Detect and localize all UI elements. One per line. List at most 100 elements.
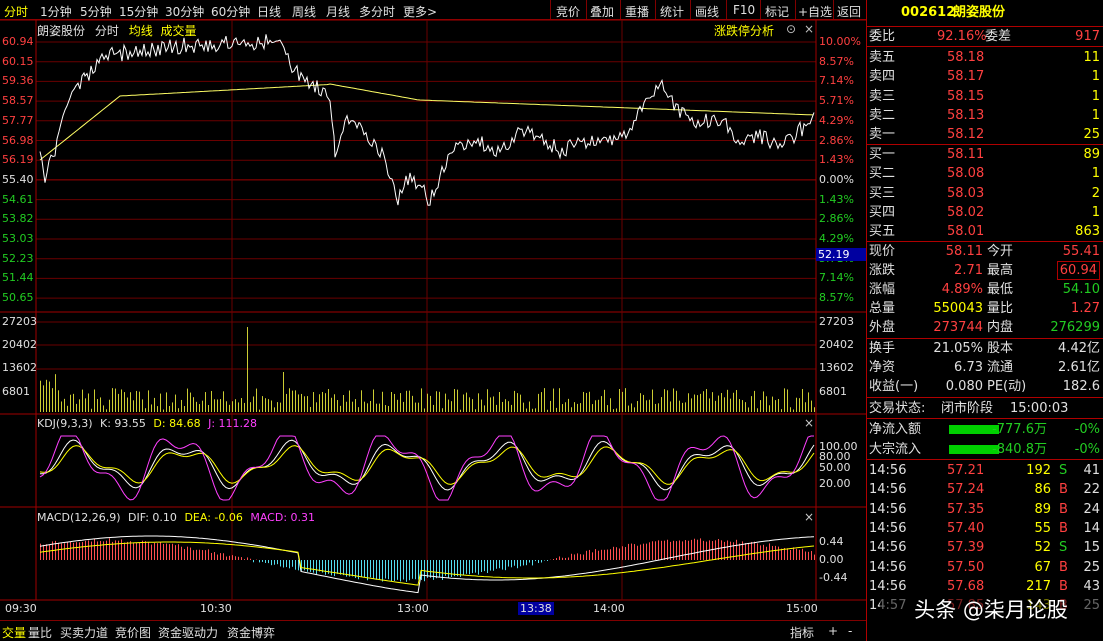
macd-bar xyxy=(448,560,449,578)
quote-value: 4.42亿 xyxy=(1058,341,1100,356)
pct-tick: 5.71% xyxy=(819,94,854,108)
tab-volume[interactable]: 交量 xyxy=(2,624,26,641)
volume-bar xyxy=(577,403,578,412)
volume-bar xyxy=(40,380,41,412)
sell-level-row[interactable]: 卖四 58.17 1 xyxy=(867,67,1103,86)
buy-level-price: 58.03 xyxy=(947,185,985,201)
quote-row: 涨幅 4.89% 最低 54.10 xyxy=(867,280,1103,299)
tick-volume: 52 xyxy=(1034,540,1051,556)
macd-bar xyxy=(274,560,275,565)
macd-bar xyxy=(223,553,224,560)
buy-level-row[interactable]: 买一 58.11 89 xyxy=(867,145,1103,164)
macd-bar xyxy=(808,551,809,560)
volume-tick: 27203 xyxy=(819,315,854,328)
volume-bar xyxy=(622,391,623,412)
watermark: 头条 @柒月论股 xyxy=(880,593,1102,627)
price-tick: 60.94 xyxy=(2,35,34,48)
macd-bar xyxy=(109,538,110,560)
macd-bar xyxy=(196,549,197,560)
volume-bar xyxy=(700,393,701,412)
buy-level-row[interactable]: 买五 58.01 863 xyxy=(867,222,1103,241)
quote-row: 净资 6.73 流通 2.61亿 xyxy=(867,358,1103,377)
volume-bar xyxy=(292,390,293,412)
macd-bar xyxy=(250,558,251,560)
close-icon[interactable]: × xyxy=(804,510,814,524)
sell-level-row[interactable]: 卖五 58.18 11 xyxy=(867,48,1103,67)
volume-bar xyxy=(127,397,128,412)
volume-bar xyxy=(250,402,251,412)
volume-bar xyxy=(637,401,638,412)
quote-label: 最低 xyxy=(987,282,1014,297)
tab-volume-ratio[interactable]: 量比 xyxy=(28,624,52,641)
volume-bar xyxy=(178,408,179,412)
quote-row: 现价 58.11 今开 55.41 xyxy=(867,242,1103,261)
intraday-chart[interactable] xyxy=(0,0,866,620)
macd-bar xyxy=(61,543,62,560)
volume-bar xyxy=(796,397,797,412)
volume-bar xyxy=(499,392,500,412)
macd-bar xyxy=(733,542,734,560)
tab-fund-game[interactable]: 资金博弈 xyxy=(227,624,275,641)
tab-buy-sell-force[interactable]: 买卖力道 xyxy=(60,624,108,641)
macd-bar xyxy=(565,557,566,560)
macd-bar xyxy=(334,560,335,577)
volume-bar xyxy=(760,400,761,412)
volume-bar xyxy=(253,396,254,412)
macd-bar xyxy=(553,559,554,560)
macd-level-tick: -0.44 xyxy=(819,571,848,584)
quote-value: 1.27 xyxy=(1071,301,1100,316)
volume-bar xyxy=(781,409,782,412)
macd-bar xyxy=(721,540,722,560)
price-tick: 57.77 xyxy=(2,113,34,127)
macd-bar xyxy=(532,560,533,566)
buy-level-label: 买一 xyxy=(869,147,896,162)
macd-bar xyxy=(736,539,737,560)
macd-bar xyxy=(247,557,248,560)
macd-bar xyxy=(124,542,125,560)
macd-bar xyxy=(559,556,560,560)
quote-value: 6.73 xyxy=(954,360,983,375)
volume-bar xyxy=(166,392,167,412)
macd-bar xyxy=(235,556,236,560)
tab-fund-drive[interactable]: 资金驱动力 xyxy=(158,624,218,641)
volume-bar xyxy=(151,404,152,412)
macd-bar xyxy=(478,560,479,575)
macd-level-tick: 0.44 xyxy=(819,535,844,548)
quote-label: 今开 xyxy=(987,244,1014,259)
volume-bar xyxy=(535,408,536,412)
buy-level-row[interactable]: 买四 58.02 1 xyxy=(867,203,1103,222)
tick-volume: 55 xyxy=(1034,520,1051,536)
indicator-button[interactable]: 指标 xyxy=(790,624,814,641)
quote-row: 涨跌 2.71 最高 60.94 xyxy=(867,261,1103,280)
plus-icon[interactable]: + xyxy=(828,624,838,638)
macd-bar xyxy=(271,560,272,566)
minus-icon[interactable]: - xyxy=(848,624,852,638)
macd-bar xyxy=(304,560,305,571)
sell-level-price: 58.13 xyxy=(947,107,985,123)
buy-level-row[interactable]: 买三 58.03 2 xyxy=(867,184,1103,203)
quote-label: 最高 xyxy=(987,263,1014,278)
macd-bar xyxy=(307,560,308,572)
order-ratio-value: 92.16% xyxy=(937,29,987,44)
volume-bar xyxy=(346,401,347,412)
macd-bar xyxy=(628,543,629,560)
quote-label: 内盘 xyxy=(987,320,1014,335)
buy-level-row[interactable]: 买二 58.08 1 xyxy=(867,164,1103,183)
kdj-j-value: J: 111.28 xyxy=(208,417,258,430)
macd-bar xyxy=(580,554,581,560)
macd-bar xyxy=(391,560,392,582)
tab-auction-chart[interactable]: 竞价图 xyxy=(115,624,151,641)
close-icon[interactable]: × xyxy=(804,416,814,430)
sell-level-row[interactable]: 卖一 58.12 25 xyxy=(867,125,1103,144)
macd-bar xyxy=(637,545,638,560)
sell-level-row[interactable]: 卖三 58.15 1 xyxy=(867,87,1103,106)
macd-bar xyxy=(652,541,653,560)
volume-bar xyxy=(208,404,209,412)
trade-status-label: 交易状态: xyxy=(869,401,926,416)
macd-bar xyxy=(121,539,122,560)
macd-bar xyxy=(418,560,419,580)
kdj-k-value: K: 93.55 xyxy=(100,417,146,430)
macd-bar xyxy=(199,549,200,560)
tick-volume: 86 xyxy=(1034,482,1051,498)
sell-level-row[interactable]: 卖二 58.13 1 xyxy=(867,106,1103,125)
